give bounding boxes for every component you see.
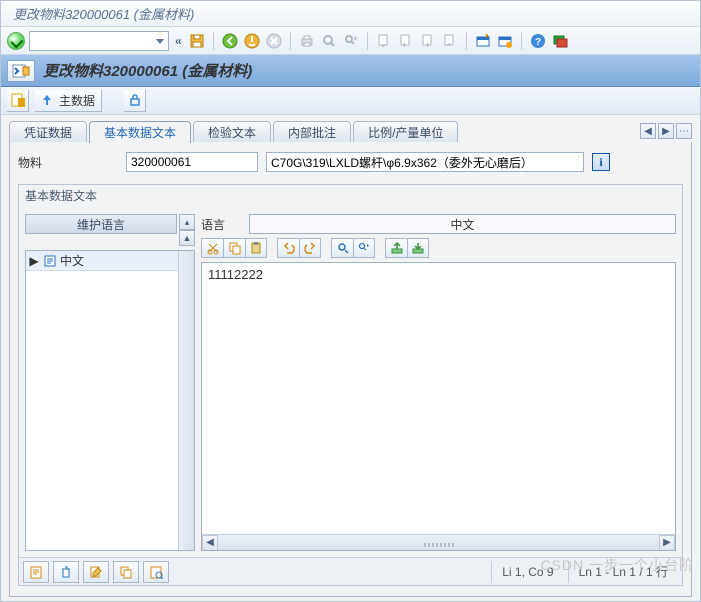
find-text-icon[interactable] [331,238,353,258]
copy-text-button[interactable] [113,561,139,583]
details-button[interactable] [143,561,169,583]
scroll-left-icon[interactable]: ◀ [202,535,218,551]
lock-button[interactable] [124,90,146,112]
create-text-button[interactable] [23,561,49,583]
new-session-icon[interactable] [474,32,492,50]
scroll-up-icon[interactable]: ▲ [179,230,195,246]
command-field[interactable] [29,31,169,51]
download-icon[interactable] [407,238,429,258]
additional-data-button[interactable] [7,90,29,112]
separator [466,32,467,50]
separator [213,32,214,50]
find-icon [320,32,338,50]
separator [290,32,291,50]
cancel-icon [265,32,283,50]
tab-label: 比例/产量单位 [368,124,443,141]
content-area: 凭证数据 基本数据文本 检验文本 内部批注 比例/产量单位 ◀ ▶ ⋯ 物料 i… [1,115,700,601]
separator [521,32,522,50]
status-position: Li 1, Co 9 [491,561,563,583]
editor-panel: 语言 中文 [201,214,676,551]
material-label: 物料 [18,154,118,171]
language-panel: 维护语言 ▴ ▲ ▶ 中文 [25,214,195,551]
layout-icon[interactable] [551,32,569,50]
redo-icon[interactable] [299,238,321,258]
prev-page-icon [397,32,415,50]
language-row[interactable]: ▶ 中文 [26,251,178,271]
find-next-icon [342,32,360,50]
tab-label: 检验文本 [208,124,256,141]
tab-list-button[interactable]: ⋯ [676,123,692,139]
editor-lang-text: 中文 [450,216,474,233]
tab-label: 基本数据文本 [104,124,176,141]
editor-h-scrollbar[interactable]: ◀ ▶ [202,534,675,550]
resize-grip-icon[interactable] [424,543,454,547]
tab-scroll-right[interactable]: ▶ [658,123,674,139]
find-replace-icon[interactable] [353,238,375,258]
collapse-icon[interactable]: « [173,34,184,48]
group-title: 基本数据文本 [19,185,682,208]
tab-doc-data[interactable]: 凭证数据 [9,121,87,143]
editor-lang-value[interactable]: 中文 [249,214,676,234]
copy-icon[interactable] [223,238,245,258]
scroll-right-icon[interactable]: ▶ [659,535,675,551]
help-icon[interactable]: ? [529,32,547,50]
print-icon [298,32,316,50]
main-data-label: 主数据 [59,92,95,109]
editor-lang-label: 语言 [201,216,241,233]
tab-label: 凭证数据 [24,124,72,141]
svg-text:?: ? [535,37,541,48]
text-exists-icon [42,253,58,269]
sap-window: 更改物料320000061 (金属材料) « ? 更改物料320000061 (… [0,0,701,602]
page-title: 更改物料320000061 (金属材料) [43,60,252,81]
lang-scrollbar[interactable] [178,251,194,550]
first-page-icon [375,32,393,50]
page-toggle-button[interactable] [7,60,35,82]
undo-icon[interactable] [277,238,299,258]
paste-icon[interactable] [245,238,267,258]
scroll-top-icon[interactable]: ▴ [179,214,195,230]
tab-internal-note[interactable]: 内部批注 [273,121,351,143]
row-selector-icon[interactable]: ▶ [26,251,42,271]
tab-inspect-text[interactable]: 检验文本 [193,121,271,143]
editor-content: 11112222 [208,267,263,282]
status-lines: Ln 1 - Ln 1 / 1 行 [568,561,678,583]
material-row: 物料 i [18,152,683,172]
tab-basic-text[interactable]: 基本数据文本 [89,121,191,143]
last-page-icon [441,32,459,50]
next-page-icon [419,32,437,50]
upload-icon[interactable] [385,238,407,258]
lang-header: 维护语言 [25,214,177,234]
tab-label: 内部批注 [288,124,336,141]
info-icon[interactable]: i [592,153,610,171]
tab-body: 物料 i 基本数据文本 维护语言 ▴ ▲ [9,142,692,597]
editor-toolbar [201,238,676,262]
exit-icon[interactable] [243,32,261,50]
tabstrip: 凭证数据 基本数据文本 检验文本 内部批注 比例/产量单位 [5,119,640,143]
shortcut-icon[interactable] [496,32,514,50]
change-text-button[interactable] [83,561,109,583]
basic-text-group: 基本数据文本 维护语言 ▴ ▲ ▶ [18,184,683,586]
tab-scroll-left[interactable]: ◀ [640,123,656,139]
enter-button[interactable] [7,32,25,50]
tab-nav: ◀ ▶ ⋯ [640,123,696,139]
main-data-button[interactable]: 主数据 [35,90,102,112]
text-editor[interactable]: 11112222 ◀ ▶ [201,262,676,551]
system-toolbar: « ? [1,27,700,55]
cut-icon[interactable] [201,238,223,258]
window-title-bar: 更改物料320000061 (金属材料) [1,1,700,27]
delete-text-button[interactable] [53,561,79,583]
save-icon[interactable] [188,32,206,50]
material-description-input[interactable] [266,152,584,172]
application-toolbar: 主数据 [1,87,700,115]
language-name: 中文 [58,252,84,269]
material-input[interactable] [126,152,258,172]
tab-ratio-unit[interactable]: 比例/产量单位 [353,121,458,143]
page-title-bar: 更改物料320000061 (金属材料) [1,55,700,87]
back-icon[interactable] [221,32,239,50]
window-title: 更改物料320000061 (金属材料) [13,4,194,23]
bottom-bar: Li 1, Co 9 Ln 1 - Ln 1 / 1 行 [19,557,682,585]
language-list[interactable]: ▶ 中文 [25,250,195,551]
separator [367,32,368,50]
